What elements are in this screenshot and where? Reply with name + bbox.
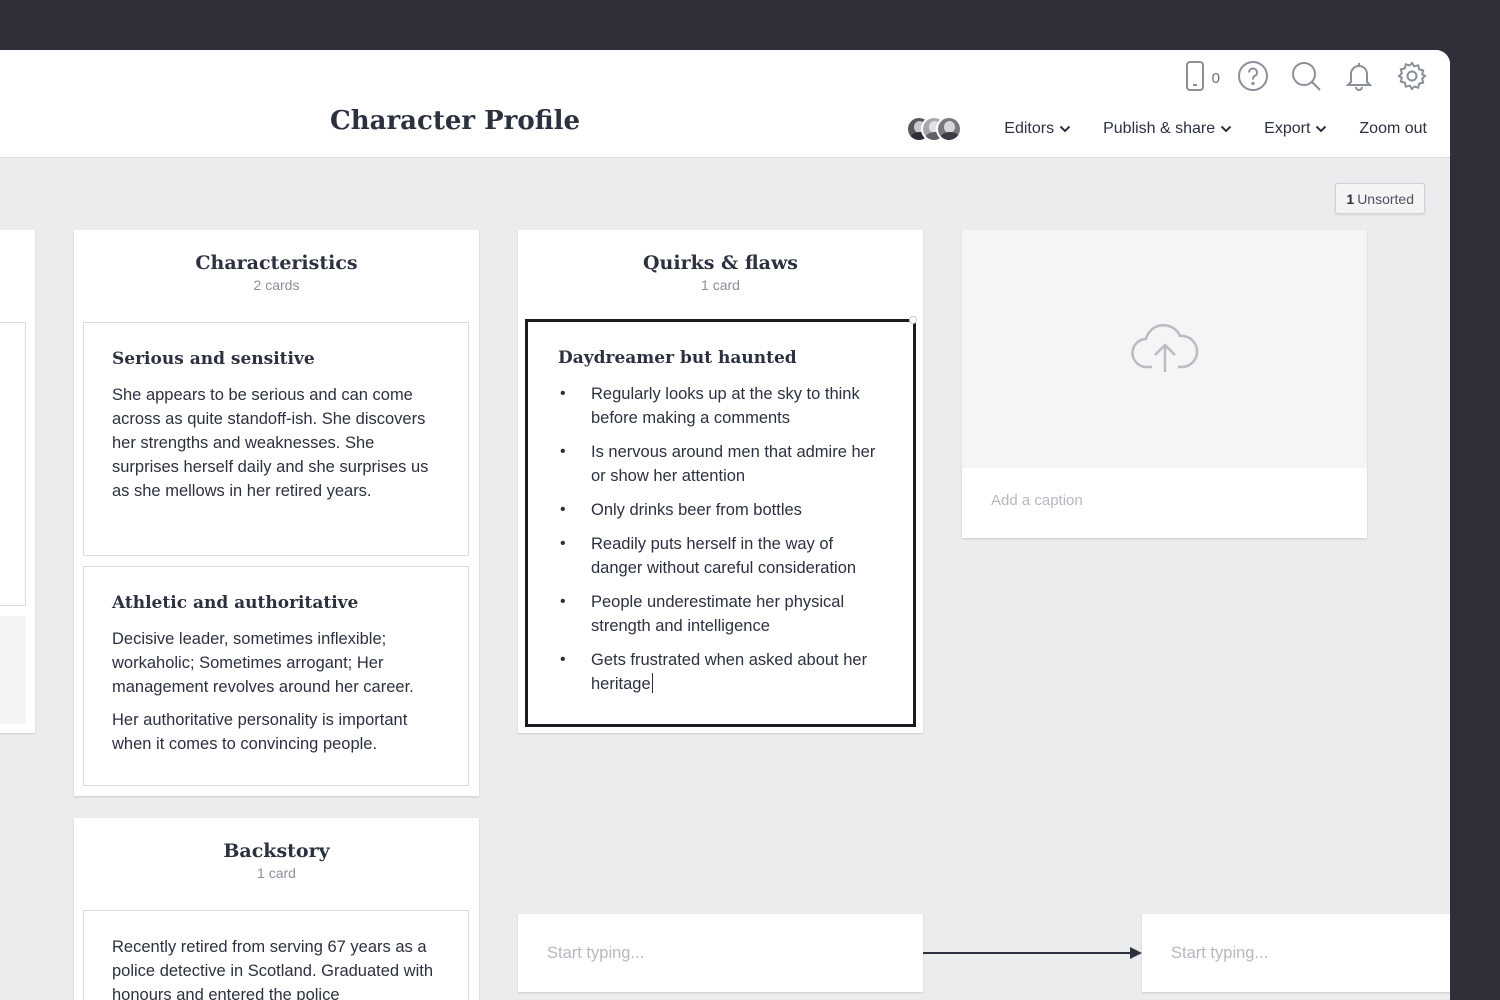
device-count: 0 xyxy=(1211,69,1220,87)
unsorted-count: 1 xyxy=(1346,190,1355,207)
top-bar: Character Profile 0 Editors Publish & sh… xyxy=(0,50,1450,158)
list-item: Only drinks beer from bottles xyxy=(558,498,883,522)
card-text: Recently retired from serving 67 years a… xyxy=(112,938,434,1000)
list-item: People underestimate her physical streng… xyxy=(558,590,883,638)
column-title[interactable]: Quirks & flaws xyxy=(518,252,923,274)
card-serious-and-sensitive[interactable]: Serious and sensitive She appears to be … xyxy=(83,322,469,556)
zoom-out-button[interactable]: Zoom out xyxy=(1359,120,1427,138)
arrow-head-icon xyxy=(1130,947,1142,959)
note-card[interactable]: Start typing... xyxy=(518,914,923,992)
column-quirks-and-flaws[interactable]: Quirks & flaws 1 card Daydreamer but hau… xyxy=(518,230,923,733)
phone-icon xyxy=(1184,60,1206,97)
card-athletic-and-authoritative[interactable]: Athletic and authoritative Decisive lead… xyxy=(83,566,469,786)
device-button[interactable]: 0 xyxy=(1184,60,1220,97)
card[interactable] xyxy=(0,322,26,606)
image-upload-area[interactable] xyxy=(962,230,1367,468)
card-title: Daydreamer but haunted xyxy=(558,348,797,368)
help-icon xyxy=(1237,60,1269,97)
card-text: Decisive leader, sometimes inflexible; w… xyxy=(112,630,414,696)
card-text: She appears to be serious and can come a… xyxy=(112,386,429,500)
list-item: Readily puts herself in the way of dange… xyxy=(558,532,883,580)
chevron-down-icon xyxy=(1220,120,1232,138)
column-title[interactable]: Characteristics xyxy=(74,252,479,274)
connector-line[interactable] xyxy=(923,952,1133,954)
chevron-down-icon xyxy=(1059,120,1071,138)
list-item: Regularly looks up at the sky to think b… xyxy=(558,382,883,430)
unsorted-button[interactable]: 1 Unsorted xyxy=(1335,183,1425,214)
note-card[interactable]: Start typing... xyxy=(1142,914,1450,992)
card-text: Her authoritative personality is importa… xyxy=(112,711,408,753)
search-icon xyxy=(1290,60,1322,97)
avatar xyxy=(936,116,963,142)
caption-input[interactable]: Add a caption xyxy=(962,468,1367,533)
help-button[interactable] xyxy=(1233,58,1273,98)
search-button[interactable] xyxy=(1286,58,1326,98)
bell-icon xyxy=(1344,60,1374,97)
page-title[interactable]: Character Profile xyxy=(330,106,580,136)
cloud-upload-icon xyxy=(1130,320,1200,379)
card-title: Serious and sensitive xyxy=(112,349,315,369)
editors-menu[interactable]: Editors xyxy=(1004,120,1071,138)
chevron-down-icon xyxy=(1315,120,1327,138)
text-cursor xyxy=(651,673,653,693)
column-card-count: 1 card xyxy=(257,865,296,881)
editor-avatars[interactable] xyxy=(906,116,963,142)
unsorted-label: Unsorted xyxy=(1357,190,1414,207)
card-daydreamer-but-haunted[interactable]: Daydreamer but haunted Regularly looks u… xyxy=(525,319,916,727)
menu-row: Editors Publish & share Export Zoom out xyxy=(906,112,1427,146)
offscreen-column[interactable] xyxy=(0,230,35,733)
settings-button[interactable] xyxy=(1392,58,1432,98)
export-menu[interactable]: Export xyxy=(1264,120,1327,138)
column-card-count: 2 cards xyxy=(253,277,300,293)
publish-share-menu[interactable]: Publish & share xyxy=(1103,120,1232,138)
card[interactable] xyxy=(0,616,26,724)
column-characteristics[interactable]: Characteristics 2 cards Serious and sens… xyxy=(74,230,479,796)
card-title: Athletic and authoritative xyxy=(112,593,359,613)
card-bullet-list[interactable]: Regularly looks up at the sky to think b… xyxy=(558,382,883,696)
column-card-count: 1 card xyxy=(701,277,740,293)
list-item: Gets frustrated when asked about her her… xyxy=(558,648,883,696)
app-window: Character Profile 0 Editors Publish & sh… xyxy=(0,50,1450,1000)
toolbar-icons: 0 xyxy=(1184,58,1432,98)
column-title[interactable]: Backstory xyxy=(74,840,479,862)
image-card[interactable]: Add a caption xyxy=(962,230,1367,538)
notifications-button[interactable] xyxy=(1339,58,1379,98)
list-item: Is nervous around men that admire her or… xyxy=(558,440,883,488)
resize-handle[interactable] xyxy=(909,316,917,324)
gear-icon xyxy=(1396,60,1428,97)
card-backstory[interactable]: Recently retired from serving 67 years a… xyxy=(83,910,469,1000)
column-backstory[interactable]: Backstory 1 card Recently retired from s… xyxy=(74,818,479,1000)
